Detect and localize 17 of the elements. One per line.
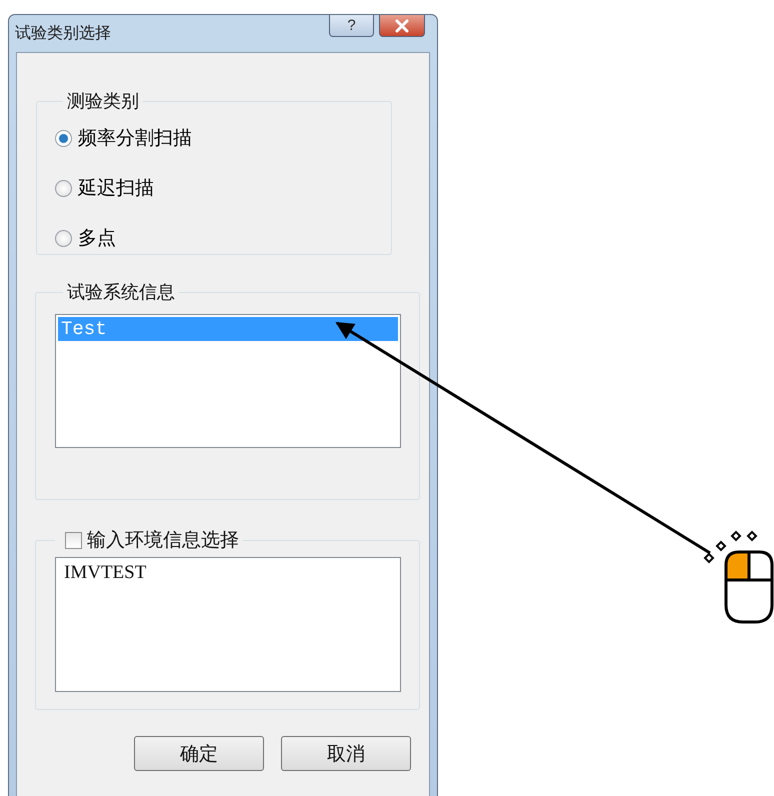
radio-option[interactable]: 延迟扫描 [55, 163, 154, 213]
checkbox-label[interactable]: 输入环境信息选择 [87, 527, 239, 553]
radio-option[interactable]: 多点 [55, 213, 116, 263]
radio-option[interactable]: 频率分割扫描 [55, 113, 192, 163]
cancel-button[interactable]: 取消 [281, 736, 411, 771]
window-title: 试验类别选择 [15, 23, 111, 44]
ok-button[interactable]: 确定 [134, 736, 264, 771]
radio-button[interactable] [55, 230, 72, 246]
group-title: 测验类别 [66, 90, 140, 113]
checkbox[interactable] [65, 532, 82, 548]
help-button[interactable]: ? [329, 15, 374, 37]
group-title: 试验系统信息 [66, 281, 176, 304]
close-icon [394, 18, 410, 32]
text-area[interactable]: IMVTEST [55, 557, 401, 692]
radio-button[interactable] [55, 180, 72, 196]
radio-button[interactable] [55, 130, 72, 146]
close-button[interactable] [379, 15, 425, 37]
